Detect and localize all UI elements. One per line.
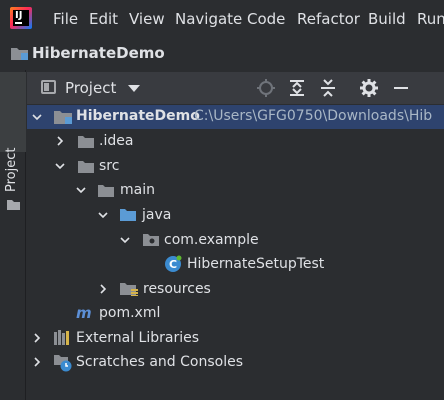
tree-label-class: HibernateSetupTest <box>187 256 325 272</box>
tree-root-path: C:\Users\GFG0750\Downloads\Hib <box>194 108 433 124</box>
folder-icon <box>98 185 114 197</box>
locate-icon[interactable] <box>256 78 276 98</box>
menu-build[interactable]: Build <box>368 10 406 28</box>
chevron-down-icon[interactable] <box>31 111 43 123</box>
menu-bar: IJ File Edit View Navigate Code Refactor… <box>0 0 444 36</box>
project-tool-tab[interactable]: Project <box>0 72 26 210</box>
chevron-down-icon[interactable] <box>75 184 87 196</box>
minimize-icon[interactable] <box>391 78 411 98</box>
tree-label-main: main <box>120 182 155 198</box>
tree-row-java[interactable] <box>27 203 444 227</box>
menu-file[interactable]: File <box>53 10 78 28</box>
svg-text:m: m <box>76 305 92 320</box>
tree-label-idea: .idea <box>99 133 134 149</box>
folder-icon <box>78 136 94 148</box>
project-view-icon <box>41 80 56 94</box>
menu-code[interactable]: Code <box>247 10 285 28</box>
resources-folder-icon <box>120 283 138 296</box>
expand-all-icon[interactable] <box>287 78 307 98</box>
chevron-down-icon[interactable] <box>119 234 131 246</box>
gear-icon[interactable] <box>359 78 379 98</box>
tree-label-external: External Libraries <box>76 330 199 346</box>
chevron-down-icon[interactable] <box>97 209 109 221</box>
tree-label-resources: resources <box>143 281 211 297</box>
svg-text:C: C <box>169 258 177 271</box>
tree-row-resources[interactable] <box>27 277 444 301</box>
tree-label-root: HibernateDemo <box>76 108 200 124</box>
collapse-all-icon[interactable] <box>318 78 338 98</box>
folder-icon <box>7 200 20 210</box>
chevron-right-icon[interactable] <box>97 283 109 295</box>
folder-icon <box>78 161 94 173</box>
tree-label-pom: pom.xml <box>99 305 161 321</box>
chevron-right-icon[interactable] <box>31 332 43 344</box>
chevron-down-icon[interactable] <box>128 85 140 92</box>
package-icon <box>143 234 159 246</box>
tree-label-src: src <box>99 158 120 174</box>
tree-label-scratches: Scratches and Consoles <box>76 354 243 370</box>
chevron-right-icon[interactable] <box>31 356 43 368</box>
maven-icon: m <box>76 305 92 320</box>
project-tool-tab-label: Project <box>4 147 19 192</box>
tree-label-java: java <box>142 207 172 223</box>
chevron-right-icon[interactable] <box>54 135 66 147</box>
scratches-icon <box>54 355 72 372</box>
test-class-icon: C <box>165 255 182 272</box>
library-icon <box>54 330 69 345</box>
menu-view[interactable]: View <box>129 10 165 28</box>
menu-run[interactable]: Run <box>417 10 444 28</box>
menu-navigate[interactable]: Navigate <box>175 10 242 28</box>
folder-icon <box>11 48 28 60</box>
menu-refactor[interactable]: Refactor <box>297 10 360 28</box>
source-folder-icon <box>120 209 136 221</box>
intellij-logo-icon[interactable]: IJ <box>10 7 32 29</box>
module-folder-icon <box>54 111 72 124</box>
tree-label-package: com.example <box>164 232 259 248</box>
chevron-down-icon[interactable] <box>54 160 66 172</box>
breadcrumb-project[interactable]: HibernateDemo <box>32 44 165 62</box>
panel-title[interactable]: Project <box>65 79 116 97</box>
tree-row-main[interactable] <box>27 178 444 202</box>
menu-edit[interactable]: Edit <box>89 10 118 28</box>
